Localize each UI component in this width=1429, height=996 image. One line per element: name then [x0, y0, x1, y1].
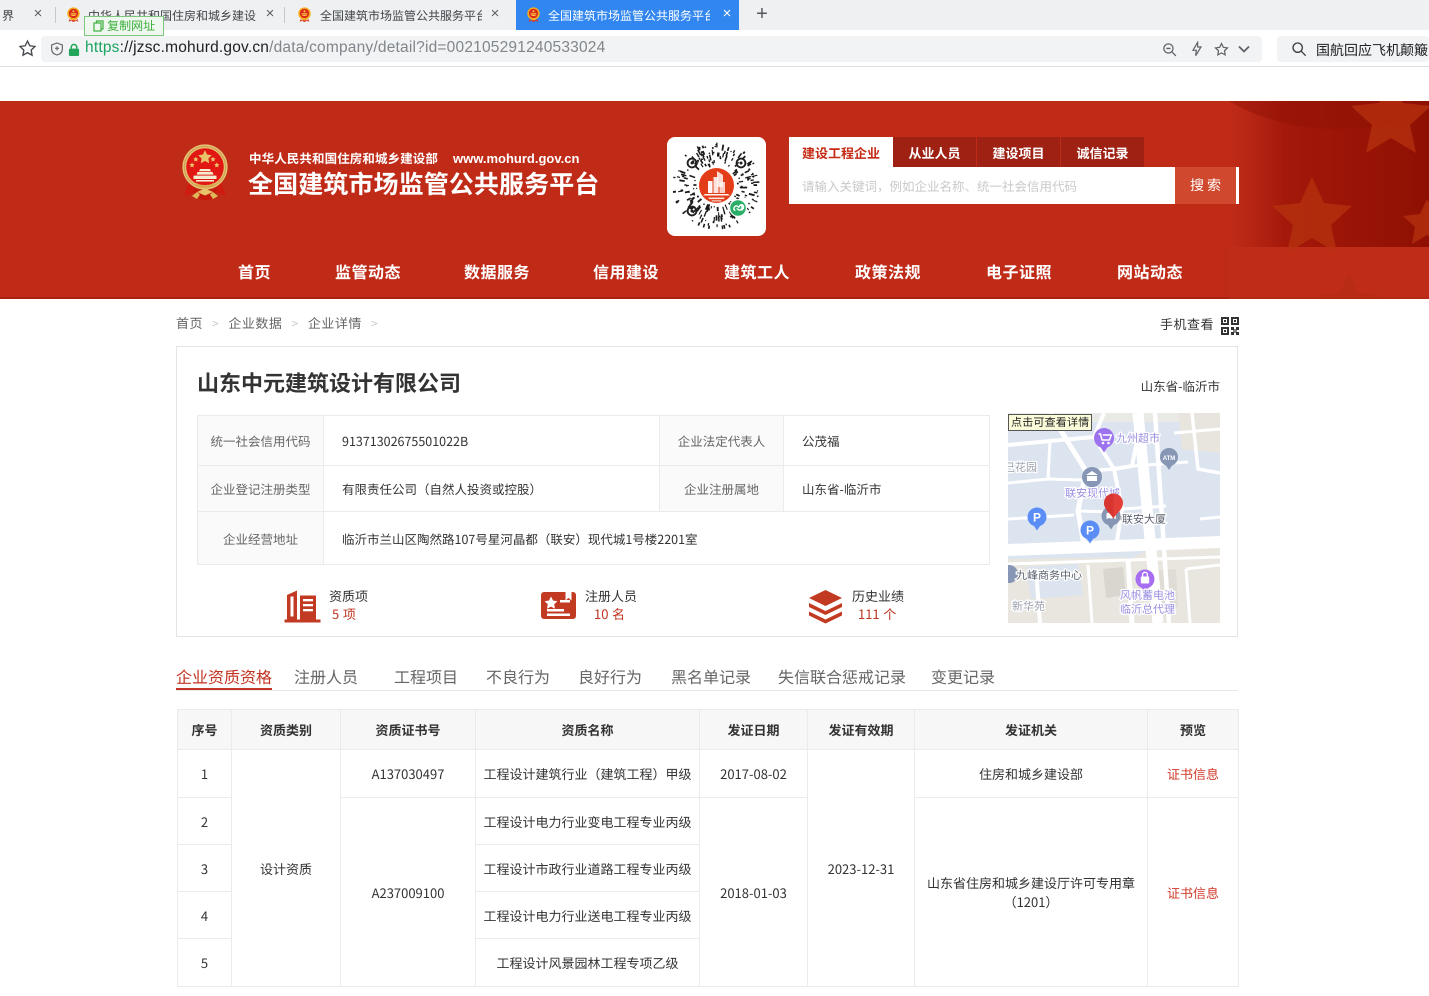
svg-text:九州超市: 九州超市 [1116, 430, 1160, 446]
svg-text:ATM: ATM [1163, 456, 1176, 462]
svg-text:九峰商务中心: 九峰商务中心 [1016, 567, 1082, 583]
svg-text:P: P [1033, 511, 1041, 525]
svg-text:新华苑: 新华苑 [1012, 598, 1045, 614]
svg-text:联安大厦: 联安大厦 [1122, 511, 1166, 527]
svg-text:临沂总代理: 临沂总代理 [1120, 601, 1175, 617]
svg-text:己花园: 己花园 [1008, 459, 1037, 475]
svg-text:P: P [1086, 524, 1094, 538]
